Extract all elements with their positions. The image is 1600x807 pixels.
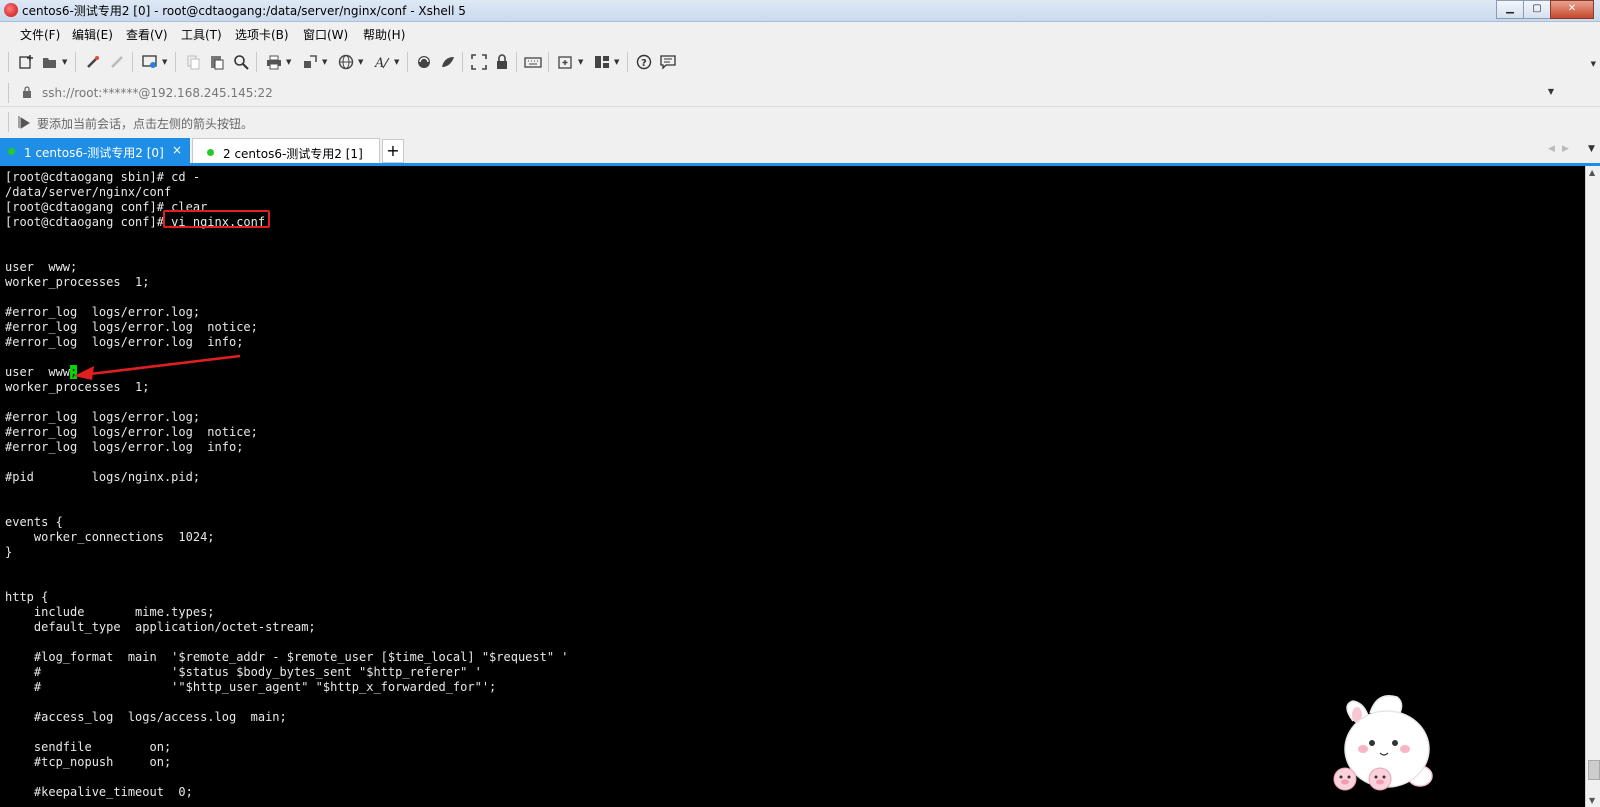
- disconnect-icon[interactable]: [107, 52, 127, 72]
- command-highlight-box: [163, 210, 270, 228]
- svg-text:?: ?: [641, 58, 647, 69]
- session-hint-bar: 要添加当前会话，点击左侧的箭头按钮。: [0, 107, 1600, 137]
- new-session-icon[interactable]: [16, 52, 36, 72]
- menu-tools[interactable]: 工具(T): [181, 26, 222, 43]
- tab-session-2[interactable]: 2 centos6-测试专用2 [1]: [192, 138, 380, 164]
- annotation-arrow: [74, 354, 241, 380]
- address-input[interactable]: ssh://root:******@192.168.245.145:22: [42, 86, 273, 100]
- toolbar-separator: [75, 52, 76, 72]
- lock-icon: [22, 86, 32, 101]
- find-icon[interactable]: [231, 52, 251, 72]
- xftp-icon[interactable]: [414, 52, 434, 72]
- paste-icon[interactable]: [207, 52, 227, 72]
- title-bar: centos6-测试专用2 [0] - root@cdtaogang:/data…: [0, 0, 1600, 22]
- window-controls: ▁ ▢ ✕: [1496, 0, 1594, 19]
- open-folder-icon[interactable]: [40, 52, 60, 72]
- close-button[interactable]: ✕: [1550, 0, 1594, 19]
- new-tab-icon[interactable]: [556, 52, 576, 72]
- tab-strip: 1 centos6-测试专用2 [0] × 2 centos6-测试专用2 [1…: [0, 137, 1600, 164]
- connected-status-icon: [8, 148, 15, 155]
- address-bar: ssh://root:******@192.168.245.145:22 ▼: [0, 80, 1600, 107]
- terminal-output: [root@cdtaogang sbin]# cd - /data/server…: [5, 170, 569, 800]
- copy-icon[interactable]: [183, 52, 203, 72]
- menu-help[interactable]: 帮助(H): [363, 26, 405, 43]
- chat-icon[interactable]: [658, 52, 678, 72]
- properties-dropdown-icon[interactable]: ▼: [162, 58, 167, 66]
- transfer-dropdown-icon[interactable]: ▼: [322, 58, 327, 66]
- svg-text:A: A: [374, 56, 384, 70]
- menu-view[interactable]: 查看(V): [126, 26, 168, 43]
- window-title: centos6-测试专用2 [0] - root@cdtaogang:/data…: [22, 4, 466, 18]
- toolbar-grip: [8, 52, 9, 72]
- menu-tabs[interactable]: 选项卡(B): [235, 26, 289, 43]
- add-tab-button[interactable]: +: [382, 139, 404, 163]
- tab-scroll-right-icon[interactable]: ▶: [1562, 144, 1569, 154]
- terminal-scrollbar[interactable]: ▲ ▼: [1585, 166, 1600, 807]
- add-session-arrow-icon[interactable]: [18, 115, 32, 132]
- menu-bar: 文件(F) 编辑(E) 查看(V) 工具(T) 选项卡(B) 窗口(W) 帮助(…: [0, 22, 1600, 44]
- tab-label: 1 centos6-测试专用2 [0]: [24, 146, 164, 160]
- scroll-down-icon[interactable]: ▼: [1589, 796, 1595, 805]
- font-icon[interactable]: A: [372, 52, 392, 72]
- address-dropdown-icon[interactable]: ▼: [1548, 87, 1554, 96]
- menu-file[interactable]: 文件(F): [20, 26, 60, 43]
- globe-dropdown-icon[interactable]: ▼: [358, 58, 363, 66]
- new-tab-dropdown-icon[interactable]: ▼: [578, 58, 583, 66]
- toolbar-overflow-icon[interactable]: ▼: [1591, 60, 1596, 68]
- menu-window[interactable]: 窗口(W): [303, 26, 348, 43]
- toolbar-separator: [627, 52, 628, 72]
- hint-grip: [8, 112, 9, 132]
- minimize-button[interactable]: ▁: [1496, 0, 1524, 19]
- toolbar-separator: [462, 52, 463, 72]
- terminal-text-after-cursor: worker_processes 1; #error_log logs/erro…: [5, 380, 569, 799]
- toolbar-separator: [132, 52, 133, 72]
- toolbar-separator: [256, 52, 257, 72]
- keyboard-icon[interactable]: [523, 52, 543, 72]
- bunny-mascot-image: [1333, 695, 1433, 791]
- connect-icon[interactable]: [83, 52, 103, 72]
- open-dropdown-icon[interactable]: ▼: [62, 58, 67, 66]
- tab-close-button[interactable]: ×: [172, 143, 182, 157]
- terminal-area[interactable]: [root@cdtaogang sbin]# cd - /data/server…: [0, 166, 1585, 807]
- scrollbar-thumb[interactable]: [1588, 760, 1600, 780]
- lock-icon[interactable]: [492, 52, 512, 72]
- fullscreen-icon[interactable]: [469, 52, 489, 72]
- toolbar-separator: [175, 52, 176, 72]
- maximize-button[interactable]: ▢: [1523, 0, 1551, 19]
- menu-edit[interactable]: 编辑(E): [72, 26, 113, 43]
- toolbar-separator: [548, 52, 549, 72]
- font-dropdown-icon[interactable]: ▼: [394, 58, 399, 66]
- properties-icon[interactable]: [140, 52, 160, 72]
- xmanager-icon[interactable]: [438, 52, 458, 72]
- help-icon[interactable]: ?: [634, 52, 654, 72]
- globe-icon[interactable]: [336, 52, 356, 72]
- scroll-up-icon[interactable]: ▲: [1589, 168, 1595, 177]
- print-icon[interactable]: [264, 52, 284, 72]
- connected-status-icon: [207, 149, 214, 156]
- layout-dropdown-icon[interactable]: ▼: [614, 58, 619, 66]
- toolbar-separator: [516, 52, 517, 72]
- hint-text: 要添加当前会话，点击左侧的箭头按钮。: [37, 117, 254, 131]
- transfer-icon[interactable]: [300, 52, 320, 72]
- tab-list-dropdown-icon[interactable]: ▼: [1588, 144, 1595, 154]
- print-dropdown-icon[interactable]: ▼: [286, 58, 291, 66]
- tab-session-1[interactable]: 1 centos6-测试专用2 [0] ×: [0, 138, 190, 164]
- tab-scroll-left-icon[interactable]: ◀: [1548, 144, 1555, 154]
- address-grip: [8, 83, 9, 103]
- toolbar: ▼ ▼ ▼ ▼ ▼ A ▼ ▼ ▼ ? ▼: [0, 44, 1600, 81]
- layout-icon[interactable]: [592, 52, 612, 72]
- tab-label: 2 centos6-测试专用2 [1]: [223, 147, 363, 161]
- terminal-text-before-cursor: [root@cdtaogang sbin]# cd - /data/server…: [5, 170, 266, 379]
- toolbar-separator: [407, 52, 408, 72]
- xshell-app-icon[interactable]: [4, 3, 18, 17]
